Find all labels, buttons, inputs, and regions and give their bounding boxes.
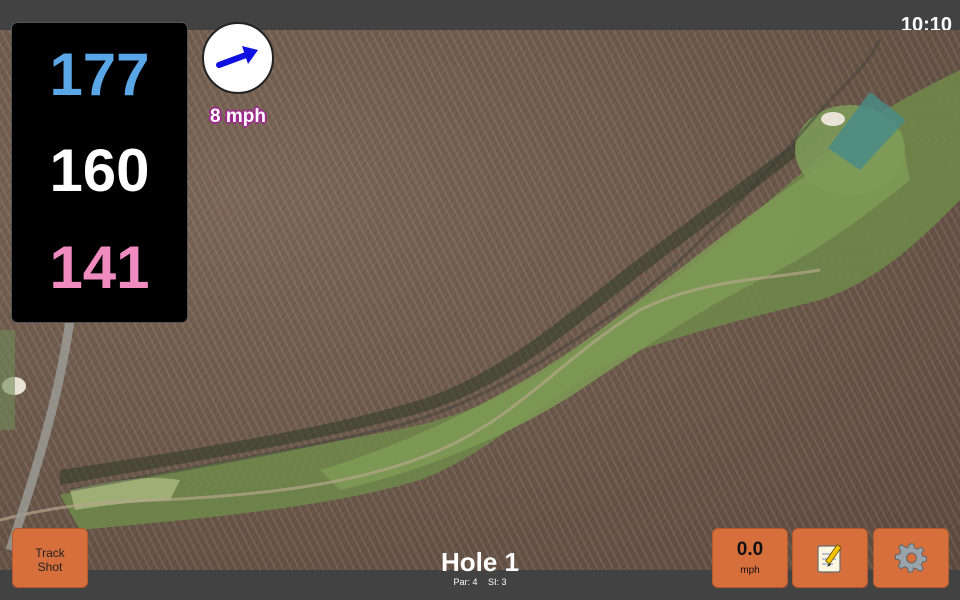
notes-button[interactable] [792, 528, 868, 588]
gear-icon [895, 543, 927, 573]
speed-value: 0.0 [736, 539, 764, 560]
wind-indicator[interactable] [202, 22, 274, 94]
speed-unit: mph [740, 565, 760, 576]
front-yardage: 141 [49, 234, 150, 301]
hole-title: Hole 1 [440, 547, 520, 577]
track-shot-button[interactable]: Track Shot [12, 528, 88, 588]
back-yardage: 177 [49, 41, 150, 108]
speed-button[interactable]: 0.0 mph [712, 528, 788, 588]
hole-stroke-index: SI: 3 [488, 577, 507, 587]
hole-par: Par: 4 [453, 577, 478, 587]
wind-speed: 8 mph [210, 106, 266, 127]
settings-button[interactable] [873, 528, 949, 588]
hole-info: Par: 4 SI: 3 [380, 577, 580, 587]
middle-yardage: 160 [49, 137, 150, 204]
notepad-icon [817, 544, 842, 573]
track-shot-label-line2: Shot [37, 560, 63, 574]
wind-arrow-icon [216, 46, 258, 68]
track-shot-label-line1: Track [35, 546, 65, 560]
yardage-panel: 177 160 141 [11, 22, 188, 323]
